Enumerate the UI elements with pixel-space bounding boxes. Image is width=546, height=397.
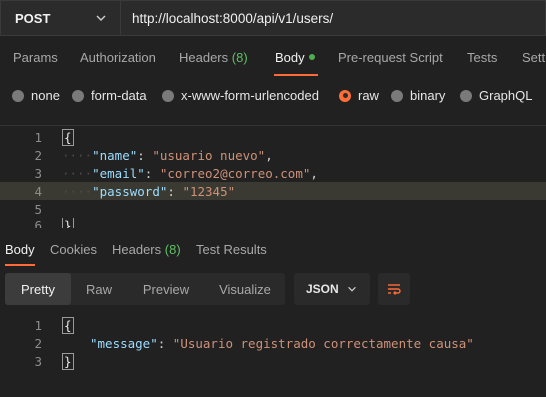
editor-line: 5 [0,200,546,218]
json-value: "Usuario registrado correctamente causa" [172,335,474,351]
json-key: "message" [90,335,158,351]
radio-none-label: none [31,88,60,103]
close-brace: } [62,218,74,228]
wrap-lines-button[interactable] [378,273,410,305]
response-body-viewer: 1 { 2 "message": "Usuario registrado cor… [0,316,546,376]
editor-line: 6 } [0,218,546,228]
request-body-editor[interactable]: 1 { 2 ····"name": "usuario nuevo", 3 ···… [0,125,546,228]
line-code: ····"name": "usuario nuevo", [62,147,273,163]
response-tab-headers[interactable]: Headers (8) [112,242,181,257]
response-line: 2 "message": "Usuario registrado correct… [0,334,546,352]
line-number: 6 [34,218,42,228]
view-raw-button[interactable]: Raw [71,273,127,305]
response-tab-headers-count: (8) [164,242,181,257]
close-brace: } [62,352,74,370]
radio-circle [460,89,472,102]
url-input[interactable]: http://localhost:8000/api/v1/users/ [121,0,546,36]
editor-line: 3 ····"email": "correo2@correo.com", [0,164,546,182]
editor-line-current: 4 ····"password": "12345" [0,182,546,200]
editor-line: 2 ····"name": "usuario nuevo", [0,146,546,164]
line-number: 1 [34,317,42,333]
line-number: 3 [34,353,42,369]
chevron-down-icon [348,286,356,292]
line-number: 2 [34,335,42,351]
tab-headers-count: (8) [231,50,248,65]
radio-circle [391,89,403,102]
method-select[interactable]: POST [0,0,121,36]
line-code: } [62,352,74,370]
radio-raw-label: raw [358,88,379,103]
view-visualize-button[interactable]: Visualize [205,273,285,305]
response-view-switcher: Pretty Raw Preview Visualize [5,273,285,305]
response-format-select[interactable]: JSON [294,273,370,305]
response-line: 1 { [0,316,546,334]
radio-circle [12,89,24,102]
radio-form-data[interactable]: form-data [72,88,147,103]
tab-headers[interactable]: Headers (8) [179,50,248,65]
wrap-lines-icon [388,284,401,295]
response-tab-headers-label: Headers [112,242,162,257]
line-number: 5 [34,201,42,217]
line-number: 4 [34,183,42,199]
radio-circle [72,89,84,102]
response-line: 3 } [0,352,546,370]
radio-circle-selected [339,89,351,102]
json-key: "email" [92,165,145,181]
json-key: "name" [92,147,138,163]
tab-body[interactable]: Body [275,50,315,65]
line-number: 1 [34,129,42,145]
response-active-tab-indicator [5,264,35,266]
tab-prerequest-script[interactable]: Pre-request Script [338,50,443,65]
json-trail: , [310,165,318,181]
method-label: POST [15,10,51,26]
json-value: "correo2@correo.com" [159,165,311,181]
status-dot-icon [308,54,315,60]
line-code: ····"password": "12345" [62,183,236,199]
line-number: 2 [34,147,42,163]
response-tab-test-results[interactable]: Test Results [196,242,267,257]
line-code: "message": "Usuario registrado correctam… [90,335,474,351]
radio-graphql[interactable]: GraphQL [460,88,532,103]
line-number: 3 [34,165,42,181]
line-code: { [62,128,74,146]
tab-body-label: Body [275,50,305,65]
json-value: "12345" [182,183,236,199]
request-bar: POST http://localhost:8000/api/v1/users/ [0,0,546,36]
radio-graphql-label: GraphQL [479,88,533,103]
view-preview-button[interactable]: Preview [127,273,205,305]
json-value: "usuario nuevo" [152,147,266,163]
response-tab-body[interactable]: Body [5,242,35,257]
tab-authorization[interactable]: Authorization [80,50,156,65]
response-tab-cookies[interactable]: Cookies [50,242,97,257]
json-key: "password" [92,183,168,199]
tab-params[interactable]: Params [13,50,58,65]
tab-settings[interactable]: Setti [522,50,546,65]
radio-none[interactable]: none [12,88,60,103]
line-code: } [62,218,74,228]
editor-line: 1 { [0,128,546,146]
json-trail: , [265,147,273,163]
chevron-down-icon [96,15,106,21]
tab-tests[interactable]: Tests [467,50,497,65]
radio-raw[interactable]: raw [339,88,379,103]
tab-headers-label: Headers [179,50,229,65]
radio-binary-label: binary [410,88,446,103]
line-code: ····"email": "correo2@correo.com", [62,165,318,181]
open-brace: { [62,316,74,334]
radio-circle [162,89,174,102]
line-code: { [62,316,74,334]
view-pretty-button[interactable]: Pretty [5,273,71,305]
format-label: JSON [306,282,339,296]
open-brace: { [62,128,74,146]
radio-urlencoded[interactable]: x-www-form-urlencoded [162,88,319,103]
active-tab-indicator [274,74,318,76]
radio-urlencoded-label: x-www-form-urlencoded [181,88,319,103]
radio-form-data-label: form-data [91,88,147,103]
radio-binary[interactable]: binary [391,88,445,103]
